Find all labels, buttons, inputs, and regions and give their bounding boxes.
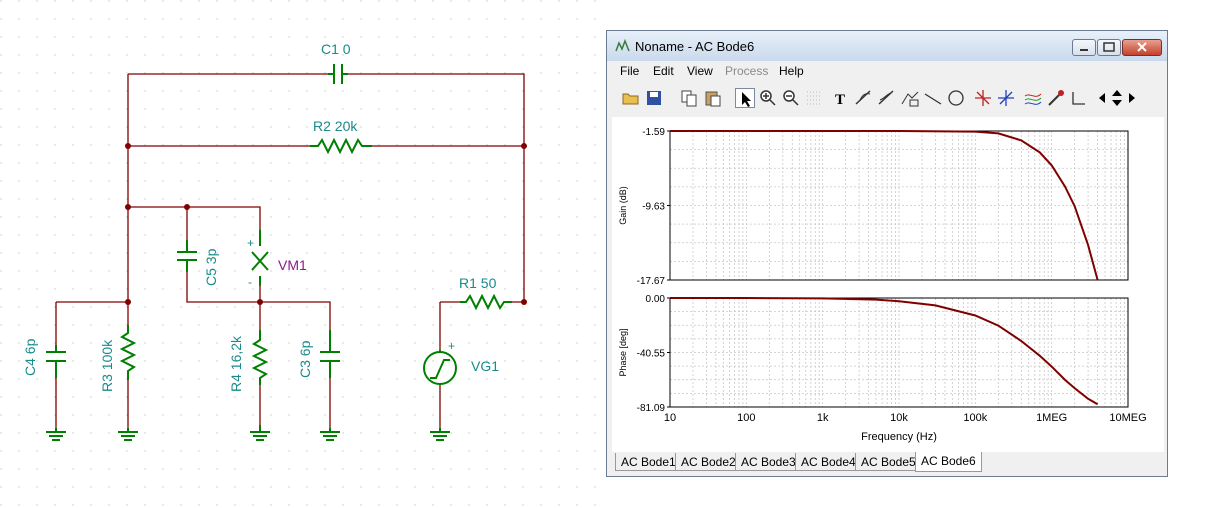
vm1-plus: +	[247, 236, 254, 250]
probe-icon[interactable]	[1046, 88, 1066, 108]
label-r2: R2 20k	[313, 118, 358, 134]
label-c1: C1 0	[321, 41, 351, 57]
marker-b-icon[interactable]	[996, 88, 1016, 108]
y-tick-label: -17.67	[637, 276, 666, 287]
line-icon[interactable]	[923, 88, 943, 108]
x-tick-label: 100	[737, 412, 755, 424]
circuit-schematic: C1 0 R2 20k C5 3p VM1 + - R1 50 C4 6p R3…	[0, 0, 600, 508]
right-icon[interactable]	[1126, 88, 1138, 108]
menu-bar: File Edit View Process Help	[607, 62, 1167, 81]
vm1-minus: -	[248, 275, 252, 289]
tab-ac-bode6[interactable]: AC Bode6	[915, 452, 982, 472]
menu-edit[interactable]: Edit	[653, 64, 674, 78]
label-c4: C4 6p	[22, 338, 38, 376]
menu-help[interactable]: Help	[779, 64, 804, 78]
circle-icon[interactable]	[946, 88, 966, 108]
x-tick-label: 10k	[890, 412, 908, 424]
app-icon	[615, 39, 630, 52]
series-icon[interactable]	[1023, 88, 1043, 108]
close-button[interactable]	[1122, 39, 1162, 56]
tab-ac-bode2[interactable]: AC Bode2	[675, 453, 742, 471]
menu-process[interactable]: Process	[725, 64, 768, 78]
curve-icon[interactable]	[900, 88, 920, 108]
tab-ac-bode5[interactable]: AC Bode5	[855, 453, 922, 471]
menu-view[interactable]: View	[687, 64, 713, 78]
x-tick-label: 10MEG	[1109, 412, 1146, 424]
zoom-in-icon[interactable]	[758, 88, 778, 108]
left-icon[interactable]	[1096, 88, 1108, 108]
paste-icon[interactable]	[703, 88, 723, 108]
maximize-icon	[1103, 42, 1115, 52]
cursor-b-icon[interactable]	[877, 88, 897, 108]
cursor-a-icon[interactable]	[854, 88, 874, 108]
label-c5: C5 3p	[203, 248, 219, 286]
toolbar: T	[611, 83, 1157, 115]
x-tick-label: 1MEG	[1036, 412, 1067, 424]
maximize-button[interactable]	[1097, 39, 1121, 56]
bode-plot-area: -1.59 -9.63 -17.67 Gain (dB) 0.00 -40.55 -81.0…	[612, 117, 1164, 452]
minimize-button[interactable]	[1072, 39, 1096, 56]
up-down-icon[interactable]	[1110, 88, 1124, 108]
y-tick-label: 0.00	[646, 294, 666, 305]
x-tick-label: 1k	[817, 412, 829, 424]
svg-text:T: T	[835, 92, 845, 108]
label-c3: C3 6p	[297, 340, 313, 378]
tab-ac-bode1[interactable]: AC Bode1	[615, 453, 682, 471]
bode-plots: -1.59 -9.63 -17.67 Gain (dB) 0.00 -40.55 -81.0…	[618, 127, 1147, 443]
label-r1: R1 50	[459, 275, 497, 291]
close-icon	[1137, 42, 1147, 52]
window-title: Noname - AC Bode6	[635, 39, 755, 54]
zoom-out-icon[interactable]	[781, 88, 801, 108]
y-axis-label: Phase [deg]	[618, 328, 628, 376]
x-axis-label: Frequency (Hz)	[861, 431, 937, 443]
y-tick-label: -81.09	[637, 403, 666, 414]
open-icon[interactable]	[621, 88, 641, 108]
x-tick-label: 100k	[963, 412, 987, 424]
y-tick-label: -1.59	[642, 127, 665, 138]
y-axis-label: Gain (dB)	[618, 186, 628, 225]
copy-icon[interactable]	[679, 88, 699, 108]
title-bar[interactable]: Noname - AC Bode6	[607, 31, 1167, 61]
marker-a-icon[interactable]	[973, 88, 993, 108]
label-vm1: VM1	[278, 257, 307, 273]
y-tick-label: -40.55	[637, 349, 666, 360]
pointer-icon[interactable]	[735, 88, 755, 108]
text-icon[interactable]: T	[831, 88, 851, 108]
minimize-icon	[1080, 49, 1088, 51]
vg1-plus: +	[448, 339, 455, 353]
save-icon[interactable]	[644, 88, 664, 108]
label-vg1: VG1	[471, 358, 499, 374]
corner-icon[interactable]	[1069, 88, 1089, 108]
label-r4: R4 16,2k	[228, 335, 244, 392]
label-r3: R3 100k	[99, 339, 115, 392]
tab-ac-bode4[interactable]: AC Bode4	[795, 453, 862, 471]
tab-ac-bode3[interactable]: AC Bode3	[735, 453, 802, 471]
menu-file[interactable]: File	[620, 64, 639, 78]
grid-icon[interactable]	[804, 88, 824, 108]
x-tick-label: 10	[664, 412, 676, 424]
y-tick-label: -9.63	[642, 202, 665, 213]
bode-window: Noname - AC Bode6 File Edit View Process…	[606, 30, 1168, 477]
